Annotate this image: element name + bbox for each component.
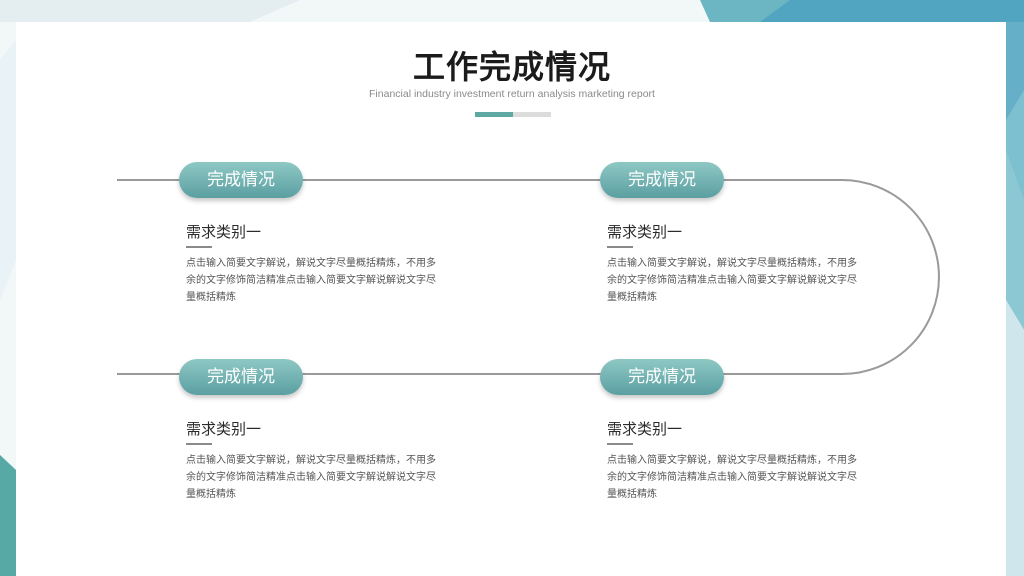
timeline-connector [117, 179, 940, 375]
item-description: 点击输入简要文字解说，解说文字尽量概括精炼，不用多余的文字修饰简洁精准点击输入简… [607, 258, 857, 303]
item-divider [607, 246, 633, 248]
status-badge: 完成情况 [600, 359, 724, 395]
item-divider [607, 443, 633, 445]
status-badge: 完成情况 [179, 162, 303, 198]
item-title: 需求类别一 [607, 420, 683, 438]
item-divider [186, 443, 212, 445]
item-divider [186, 246, 212, 248]
item-description: 点击输入简要文字解说，解说文字尽量概括精炼，不用多余的文字修饰简洁精准点击输入简… [186, 455, 436, 500]
item-description: 点击输入简要文字解说，解说文字尽量概括精炼，不用多余的文字修饰简洁精准点击输入简… [186, 258, 436, 303]
item-title: 需求类别一 [607, 223, 683, 241]
item-title: 需求类别一 [186, 223, 262, 241]
item-title: 需求类别一 [186, 420, 262, 438]
item-description: 点击输入简要文字解说，解说文字尽量概括精炼，不用多余的文字修饰简洁精准点击输入简… [607, 455, 857, 500]
status-badge: 完成情况 [600, 162, 724, 198]
status-badge: 完成情况 [179, 359, 303, 395]
